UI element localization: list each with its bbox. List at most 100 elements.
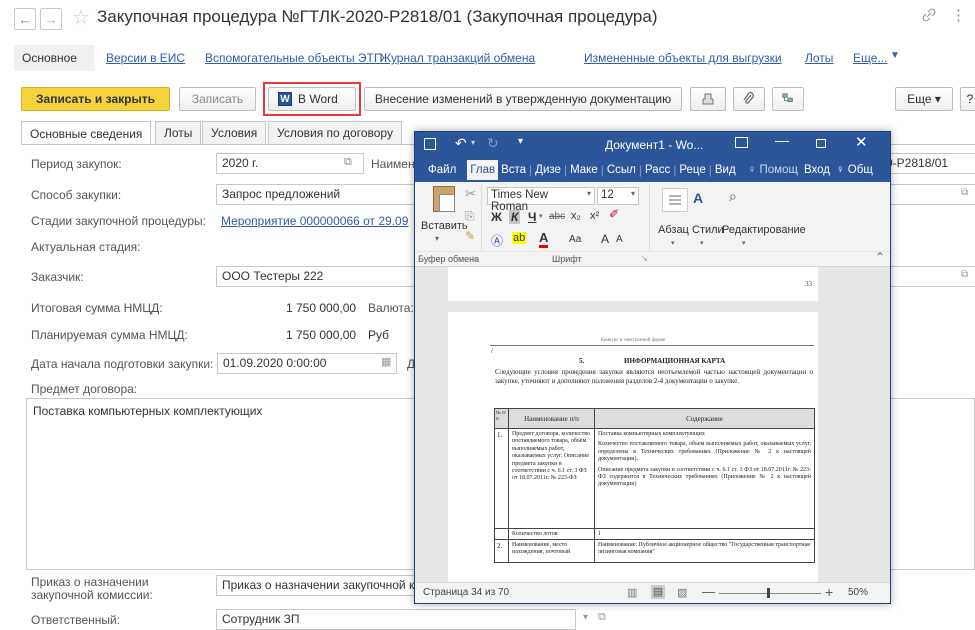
nav-link-lots[interactable]: Лоты bbox=[805, 51, 833, 65]
paragraph-dropdown-icon[interactable]: ▾ bbox=[671, 239, 675, 247]
highlight-icon[interactable]: ab bbox=[512, 232, 527, 244]
calendar-icon[interactable]: ▦ bbox=[381, 355, 391, 368]
ribbon-tab-insert[interactable]: Вста bbox=[498, 164, 529, 176]
forward-button[interactable]: → bbox=[40, 8, 62, 30]
tab-lots[interactable]: Лоты bbox=[155, 121, 202, 144]
maximize-icon[interactable] bbox=[816, 139, 826, 148]
format-painter-icon[interactable]: ✎ bbox=[465, 229, 475, 243]
styles-icon[interactable]: A bbox=[693, 190, 703, 206]
nav-link-eis-versions[interactable]: Версии в ЕИС bbox=[106, 51, 185, 65]
ribbon-tab-file[interactable]: Файл bbox=[425, 164, 459, 176]
editing-button[interactable]: Редактирование bbox=[722, 224, 806, 236]
font-name-select[interactable]: Times New Roman ▾ bbox=[487, 187, 595, 213]
subscript-button[interactable]: x₂ bbox=[571, 210, 581, 222]
text-effects-icon[interactable]: Ⓐ bbox=[491, 232, 503, 249]
tab-conditions[interactable]: Условия bbox=[202, 121, 267, 144]
cut-icon[interactable]: ✂ bbox=[465, 186, 476, 202]
start-date-field[interactable]: 01.09.2020 0:00:00 bbox=[217, 353, 397, 374]
redo-icon[interactable]: ↻ bbox=[487, 135, 499, 152]
shrink-font-button[interactable]: A bbox=[616, 234, 623, 245]
styles-dropdown-icon[interactable]: ▾ bbox=[700, 239, 704, 247]
document-area[interactable]: 33 Конкурс в электронной форме / 5. ИНФО… bbox=[415, 267, 890, 582]
save-close-button[interactable]: Записать и закрыть bbox=[21, 87, 170, 111]
dropdown-icon[interactable]: ▾ bbox=[583, 612, 588, 623]
read-mode-icon[interactable]: ▥ bbox=[627, 586, 637, 599]
close-icon[interactable]: ✕ bbox=[855, 133, 868, 151]
chevron-down-icon[interactable]: ▼ bbox=[890, 50, 900, 61]
ribbon-tab-view[interactable]: Вид bbox=[712, 164, 739, 176]
ribbon-tab-references[interactable]: Ссыл bbox=[604, 164, 639, 176]
open-icon[interactable]: ⧉ bbox=[961, 187, 968, 198]
open-icon[interactable]: ⧉ bbox=[961, 269, 968, 280]
zoom-level[interactable]: 50% bbox=[848, 587, 868, 598]
back-button[interactable]: ← bbox=[14, 8, 36, 30]
paste-label[interactable]: Вставить bbox=[421, 220, 468, 232]
help-button[interactable]: ? bbox=[960, 87, 975, 111]
ribbon-display-icon[interactable] bbox=[735, 137, 748, 148]
save-button[interactable]: Записать bbox=[179, 87, 256, 111]
link-icon[interactable] bbox=[922, 8, 936, 25]
help-search[interactable]: ♀ Помощ bbox=[745, 164, 801, 176]
ribbon-tab-mailings[interactable]: Расс bbox=[642, 164, 673, 176]
stages-link[interactable]: Мероприятие 000000066 от 29.09 bbox=[221, 214, 408, 228]
nav-link-changed-objects[interactable]: Измененные объекты для выгрузки bbox=[584, 51, 782, 65]
grow-font-button[interactable]: A bbox=[601, 232, 609, 246]
more-button[interactable]: Еще ▾ bbox=[895, 87, 953, 111]
dialog-launcher-icon[interactable]: ↘ bbox=[641, 254, 648, 263]
web-layout-icon[interactable]: ▧ bbox=[677, 586, 687, 599]
changes-button[interactable]: Внесение изменений в утвержденную докуме… bbox=[364, 87, 682, 111]
favorite-star-icon[interactable]: ☆ bbox=[72, 5, 90, 30]
paperclip-icon[interactable] bbox=[733, 87, 765, 111]
zoom-slider-track[interactable] bbox=[719, 593, 821, 594]
copy-icon[interactable]: ⎘ bbox=[465, 209, 475, 224]
change-case-button[interactable]: Аа bbox=[569, 234, 581, 245]
search-icon[interactable]: ⌕ bbox=[729, 188, 737, 205]
nav-link-transaction-log[interactable]: Журнал транзакций обмена bbox=[380, 51, 535, 65]
clear-format-icon[interactable]: ✐ bbox=[609, 207, 619, 221]
print-layout-icon[interactable]: ▤ bbox=[651, 585, 665, 599]
more-menu-icon[interactable]: ⋮ bbox=[951, 6, 966, 24]
name-field-right[interactable]: 0-Р2818/01 bbox=[880, 153, 975, 174]
customer-field[interactable]: ООО Тестеры 222 bbox=[216, 266, 416, 287]
dialog-launcher-icon[interactable]: ↘ bbox=[471, 254, 478, 263]
ribbon-tab-design[interactable]: Дизе bbox=[532, 164, 564, 176]
method-field[interactable]: Запрос предложений bbox=[216, 184, 416, 205]
collapse-ribbon-icon[interactable]: ⌃ bbox=[875, 250, 885, 264]
underline-button[interactable]: Ч bbox=[528, 210, 536, 224]
open-icon[interactable]: ⧉ bbox=[598, 611, 606, 624]
underline-dropdown-icon[interactable]: ▾ bbox=[539, 212, 543, 220]
period-field[interactable]: 2020 г. bbox=[216, 153, 364, 174]
ribbon-tab-home[interactable]: Глав bbox=[467, 160, 499, 180]
nav-link-main[interactable]: Основное bbox=[22, 51, 77, 65]
zoom-in-button[interactable]: + bbox=[825, 584, 833, 600]
attach-stamp-button[interactable] bbox=[690, 87, 726, 111]
paragraph-icon[interactable] bbox=[662, 188, 688, 212]
bold-button[interactable]: Ж bbox=[491, 210, 502, 224]
page-indicator[interactable]: Страница 34 из 70 bbox=[423, 587, 509, 598]
zoom-slider-thumb[interactable] bbox=[767, 588, 770, 598]
tab-main-info[interactable]: Основные сведения bbox=[21, 121, 152, 145]
strikethrough-button[interactable]: abc bbox=[549, 211, 565, 222]
minimize-icon[interactable]: — bbox=[775, 132, 789, 148]
editing-dropdown-icon[interactable]: ▾ bbox=[742, 239, 746, 247]
copy-icon[interactable]: ⧉ bbox=[344, 156, 352, 169]
undo-dropdown-icon[interactable]: ▾ bbox=[471, 138, 475, 147]
word-save-icon[interactable] bbox=[424, 138, 436, 150]
font-size-select[interactable]: 12 ▾ bbox=[597, 187, 639, 205]
tab-contract-conditions[interactable]: Условия по договору bbox=[268, 121, 402, 144]
nav-link-etp-objects[interactable]: Вспомогательные объекты ЭТП bbox=[205, 51, 383, 65]
undo-icon[interactable]: ↶ bbox=[455, 135, 467, 152]
italic-button[interactable]: К bbox=[509, 210, 521, 224]
share-button[interactable]: ♀ Общ bbox=[833, 164, 876, 176]
font-color-icon[interactable]: A bbox=[539, 230, 549, 248]
order-field[interactable]: Приказ о назначении закупочной к bbox=[216, 575, 421, 596]
qat-customize-icon[interactable]: ▾ bbox=[518, 136, 523, 147]
structure-icon[interactable] bbox=[772, 87, 804, 111]
sign-in-link[interactable]: Вход bbox=[801, 164, 833, 176]
paragraph-button[interactable]: Абзац bbox=[658, 224, 689, 236]
ribbon-tab-layout[interactable]: Маке bbox=[567, 164, 601, 176]
responsible-field[interactable]: Сотрудник ЗП bbox=[216, 609, 576, 630]
superscript-button[interactable]: x² bbox=[590, 210, 599, 222]
ribbon-tab-review[interactable]: Реце bbox=[676, 164, 708, 176]
styles-button[interactable]: Стили bbox=[692, 224, 724, 236]
